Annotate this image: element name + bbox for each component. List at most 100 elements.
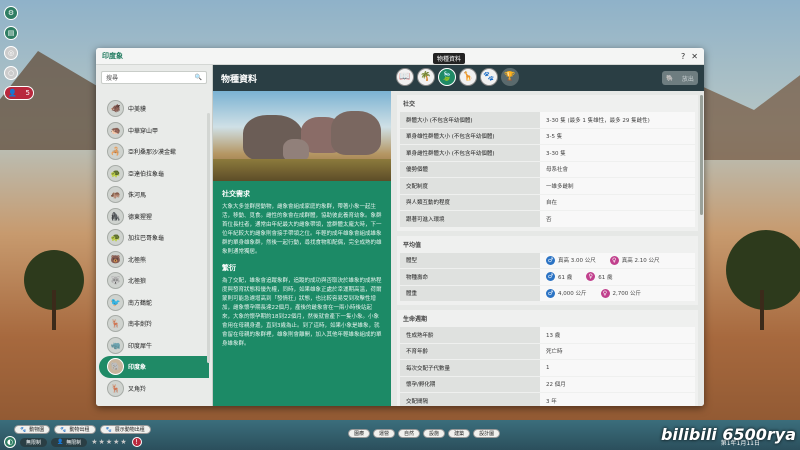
row-label: 跟著可進入環境	[400, 211, 540, 227]
paw-icon: 🐾	[60, 426, 67, 433]
animal-rental-button[interactable]: 🐾 動物出租	[54, 425, 96, 434]
table-row: 交配間隔 3 年	[400, 393, 695, 406]
table-row: 體型 ♂ 真高 3.00 公尺 ♀ 真高 2.10 公尺	[400, 252, 695, 268]
research-display: 👤 無限制	[51, 437, 88, 447]
list-item[interactable]: 🦛 侏河馬	[99, 184, 209, 206]
build-menu-button[interactable]: 設計圖	[473, 429, 501, 438]
animal-name: 中華穿山甲	[128, 127, 159, 135]
table-row: 性成熟年齡 13 歲	[400, 327, 695, 343]
table-row: 懷孕/孵化期 22 個月	[400, 376, 695, 392]
bottom-hud: 🐾 動物園 🐾 動物出租 🐾 展示動物出租 ◐ 無限制 👤 無限制 ★★★★★ ! 園療…	[0, 420, 800, 450]
list-item[interactable]: 🦔 中華穿山甲	[99, 120, 209, 142]
animal-avatar-icon: 🐺	[107, 272, 124, 290]
window-titlebar: 印度象 ? ✕	[96, 48, 704, 65]
info-icon[interactable]: ○	[4, 66, 18, 80]
list-item[interactable]: 🦂 亞利桑那沙漠金蠍	[99, 141, 209, 163]
row-value: 3-30 隻	[540, 145, 695, 161]
tab-paw-icon[interactable]: 🐾	[480, 68, 498, 86]
row-value: ♂ 4,000 公斤 ♀ 2,700 公斤	[540, 285, 695, 301]
list-item[interactable]: 🦍 德東猩猩	[99, 206, 209, 228]
row-value: 13 歲	[540, 327, 695, 343]
info-scrollbar[interactable]	[700, 95, 703, 215]
animal-avatar-icon: 🦂	[107, 143, 124, 161]
lifecycle-section-title: 生命週期	[403, 316, 428, 323]
animal-avatar-icon: 🦌	[107, 315, 124, 333]
averages-section-title: 平均值	[403, 241, 422, 249]
list-item[interactable]: 🐗 中美貘	[99, 98, 209, 120]
background-tree-trunk	[52, 290, 56, 330]
row-label: 交配間隔	[400, 393, 540, 406]
row-label: 體重	[400, 285, 540, 301]
tab-trophy-icon[interactable]: 🏆	[501, 68, 519, 86]
social-section: 社交 群體大小 (不包含年幼個體) 3-30 隻 (最多 1 隻雄性，最多 29 …	[397, 95, 698, 231]
exhibit-rental-button[interactable]: 🐾 展示動物出租	[99, 425, 151, 434]
list-item[interactable]: 🦌 叉角羚	[99, 378, 209, 400]
tab-enrichment-icon[interactable]: 🦒	[459, 68, 477, 86]
zoo-button[interactable]: 🐾 動物園	[14, 425, 51, 434]
zoo-rating-stars: ★★★★★	[91, 438, 128, 446]
animal-name: 侏河馬	[128, 192, 147, 200]
row-value: ♂ 61 歲 ♀ 61 歲	[540, 269, 695, 285]
build-menu-button[interactable]: 運營	[373, 429, 396, 438]
paw-icon: 🐾	[20, 426, 27, 433]
list-item[interactable]: 🐻 北極熊	[99, 249, 209, 271]
social-section-title: 社交	[403, 101, 416, 108]
list-item[interactable]: 🐺 北極狼	[99, 270, 209, 292]
search-input[interactable]: 搜尋 🔍	[101, 71, 207, 84]
main-header: 物種資料 📖 🌴 🍃 🦒 🐾 🏆 物種資料 🐘 放出	[213, 53, 704, 91]
tab-habitat-icon[interactable]: 🌴	[417, 68, 435, 86]
row-value: 否	[540, 211, 695, 227]
tab-book-icon[interactable]: 📖	[396, 68, 414, 86]
staff-alert-button[interactable]: 👤 5	[4, 86, 34, 100]
male-value: 4,000 公斤	[558, 291, 587, 298]
animal-icon: 🐘	[666, 74, 674, 82]
globe-icon[interactable]: ◐	[4, 436, 16, 448]
close-icon[interactable]: ✕	[691, 52, 698, 61]
row-value: ♂ 真高 3.00 公尺 ♀ 真高 2.10 公尺	[540, 252, 695, 268]
list-item[interactable]: 🐘 印度象	[99, 356, 209, 378]
tab-food-icon[interactable]: 🍃	[438, 68, 456, 86]
animal-rental-label: 動物出租	[69, 427, 90, 433]
zoo-menu-icon[interactable]: ⚙	[4, 6, 18, 20]
row-value: 1	[540, 360, 695, 376]
build-menu-button[interactable]: 設施	[423, 429, 446, 438]
list-item[interactable]: 🦏 印度犀牛	[99, 335, 209, 357]
document-icon[interactable]: ▤	[4, 26, 18, 40]
build-menu-button[interactable]: 園療	[348, 429, 371, 438]
list-item[interactable]: 🐦 南方鶴鴕	[99, 292, 209, 314]
animal-avatar-icon: 🦏	[107, 336, 124, 354]
row-label: 不育年齡	[400, 343, 540, 359]
build-menu-button[interactable]: 建築	[448, 429, 471, 438]
row-label: 性成熟年齡	[400, 327, 540, 343]
row-label: 懷孕/孵化期	[400, 376, 540, 392]
species-photo	[213, 91, 391, 181]
list-item[interactable]: 🦌 南非劍羚	[99, 313, 209, 335]
tab-tooltip: 物種資料	[433, 53, 466, 64]
list-item[interactable]: 🐢 亞達伯拉象龜	[99, 163, 209, 185]
release-button[interactable]: 🐘 放出	[662, 71, 698, 85]
list-item[interactable]: 🐢 加拉巴哥象龜	[99, 227, 209, 249]
animal-avatar-icon: 🐻	[107, 250, 124, 268]
build-menu-button[interactable]: 自然	[398, 429, 421, 438]
female-icon: ♀	[609, 255, 619, 265]
alert-icon[interactable]: !	[131, 437, 142, 447]
row-value: 死亡時	[540, 343, 695, 359]
row-value: 母系社會	[540, 161, 695, 177]
info-column: 社交 群體大小 (不包含年幼個體) 3-30 隻 (最多 1 隻雄性，最多 29 …	[391, 91, 704, 406]
left-hud: ⚙ ▤ ◎ ○ 👤 5	[4, 6, 34, 100]
animal-name: 中美貘	[128, 106, 147, 114]
exhibit-rental-label: 展示動物出租	[114, 427, 145, 433]
table-row: 體重 ♂ 4,000 公斤 ♀ 2,700 公斤	[400, 285, 695, 301]
release-button-label: 放出	[681, 75, 694, 83]
table-row: 不育年齡 死亡時	[400, 343, 695, 359]
settings-icon[interactable]: ◎	[4, 46, 18, 60]
animal-avatar-icon: 🦌	[107, 379, 124, 397]
help-icon[interactable]: ?	[681, 52, 685, 61]
table-row: 跟著可進入環境否	[400, 211, 695, 227]
female-value: 2,700 公斤	[612, 291, 642, 298]
table-row: 物種壽命 ♂ 61 歲 ♀ 61 歲	[400, 269, 695, 285]
species-window: 印度象 ? ✕ 搜尋 🔍 🐗 中美貘 🦔 中華穿山甲 🦂 亞利桑那沙漠金蠍 🐢 亞達伯拉象龜 🦛…	[96, 48, 704, 406]
list-scrollbar[interactable]	[207, 113, 210, 363]
row-value: 一雄多雌制	[540, 178, 695, 194]
animal-avatar-icon: 🦛	[107, 186, 124, 204]
